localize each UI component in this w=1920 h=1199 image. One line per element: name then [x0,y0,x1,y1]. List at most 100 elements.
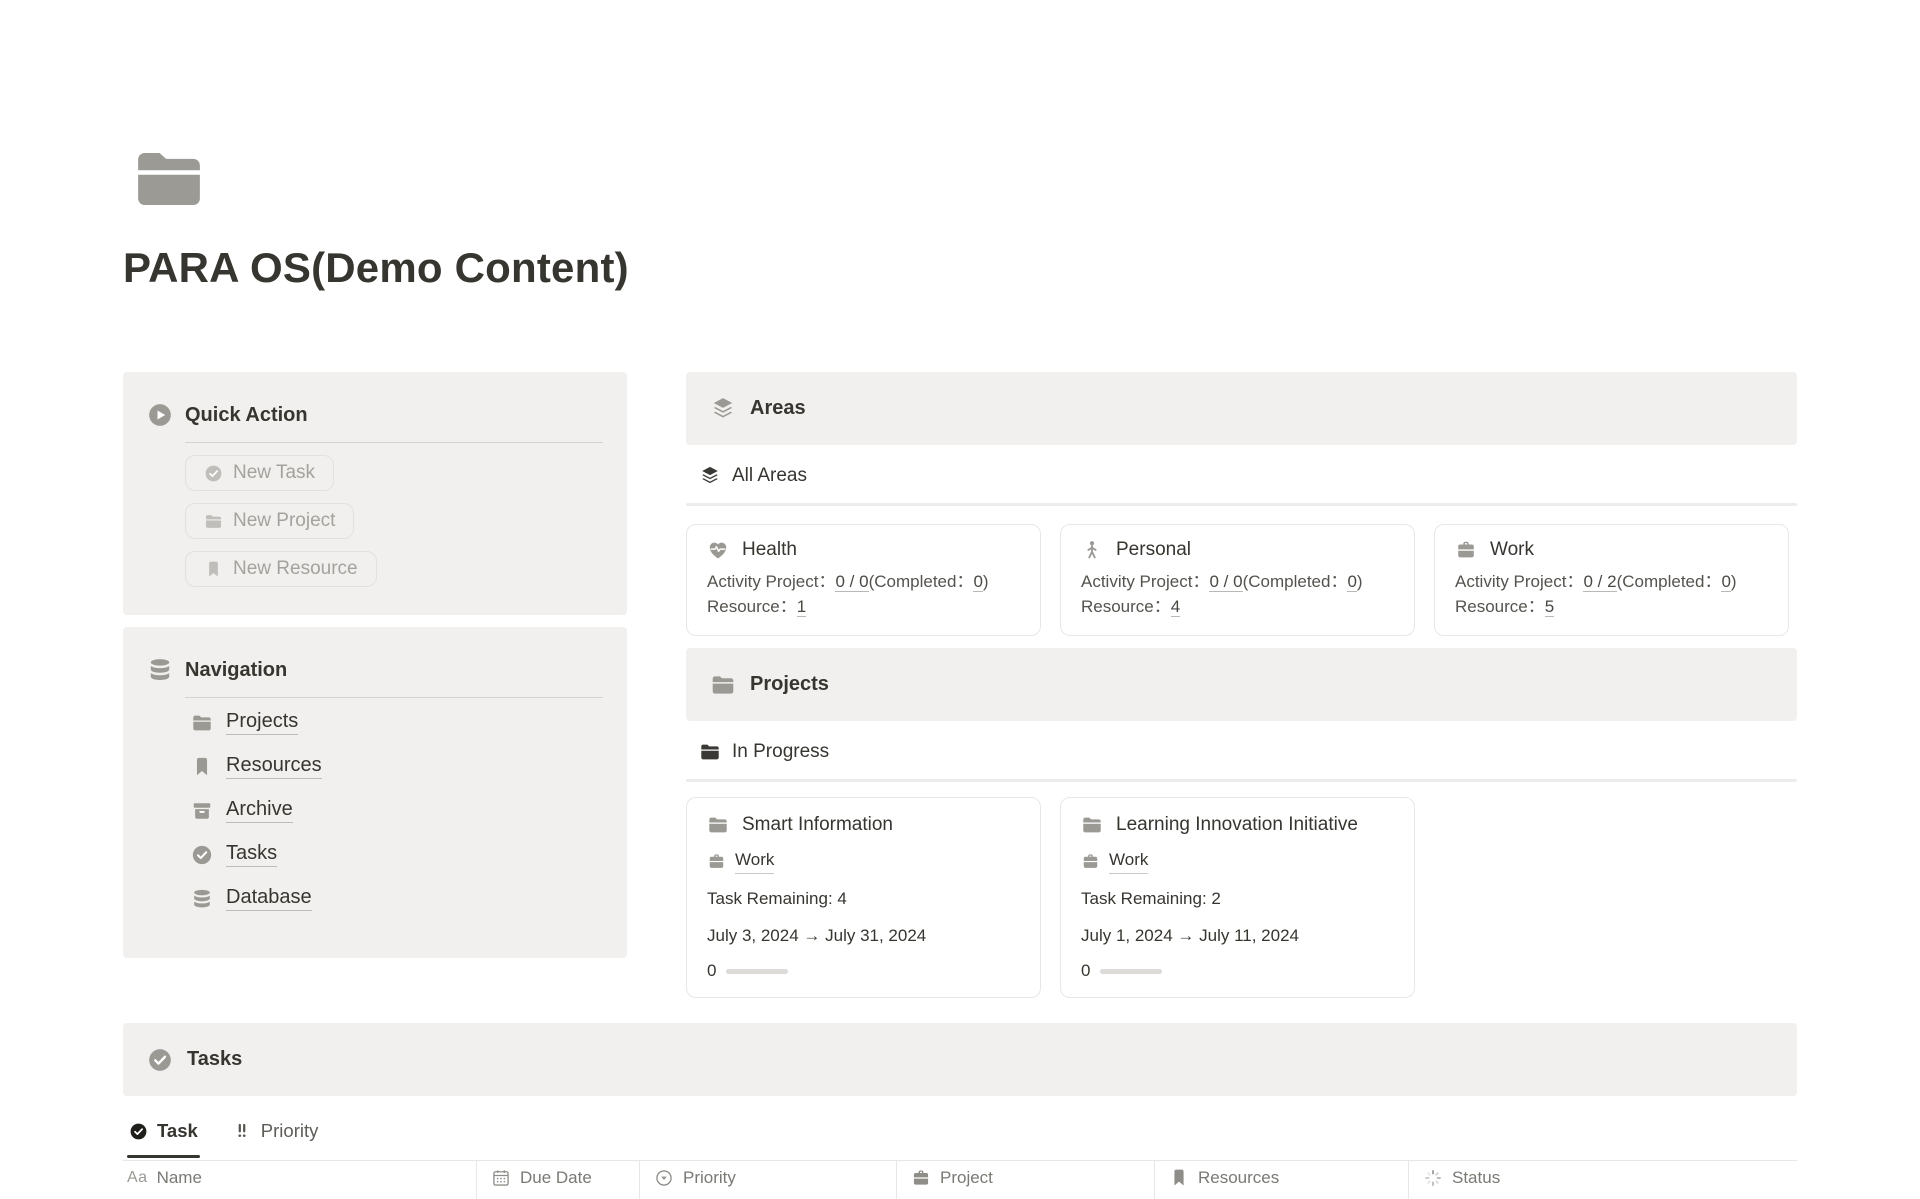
progress-value: 0 [707,961,716,981]
new-project-button[interactable]: New Project [185,503,354,539]
column-label: Resources [1198,1168,1279,1188]
completed-count-link[interactable]: 0 [1721,572,1730,592]
project-area-link[interactable]: Work [735,848,774,874]
new-project-label: New Project [233,510,335,532]
tab-task[interactable]: Task [127,1112,200,1158]
area-card-name[interactable]: Health [742,539,797,561]
nav-link-label[interactable]: Database [226,886,312,911]
tasks-title: Tasks [187,1048,242,1071]
activity-stat-line: Activity Project：0 / 0(Completed：0) [1081,569,1394,594]
resource-stat-line: Resource：4 [1081,594,1394,619]
progress-row: 0 [707,961,1020,981]
main-columns: Quick Action New Task New Project [123,372,1797,998]
project-card-title-row[interactable]: Smart Information [707,814,1020,836]
all-areas-group-row[interactable]: All Areas [686,445,1797,506]
area-card-health: Health Activity Project：0 / 0(Completed：… [686,524,1041,636]
column-header-name[interactable]: Aa Name [123,1161,477,1199]
stat-suffix: ) [1731,572,1737,591]
navigation-panel: Navigation Projects Resources [123,627,627,958]
resource-count-link[interactable]: 5 [1545,597,1554,617]
area-card-title-row[interactable]: Work [1455,539,1768,561]
in-progress-group-row[interactable]: In Progress [686,721,1797,782]
new-resource-button[interactable]: New Resource [185,551,377,587]
database-icon [147,657,173,683]
activity-count-link[interactable]: 0 / 0 [1209,572,1242,592]
tasks-view-tabs: Task Priority [123,1112,1797,1160]
completed-count-link[interactable]: 0 [1347,572,1356,592]
nav-link-tasks[interactable]: Tasks [191,842,603,867]
project-card-learning-innovation: Learning Innovation Initiative Work Task… [1060,797,1415,998]
double-exclamation-icon [232,1121,252,1141]
project-area-row: Work [707,848,1020,874]
stat-suffix: ) [1357,572,1363,591]
tab-label: Priority [261,1120,319,1142]
para-os-page: PARA OS(Demo Content) Quick Action [0,140,1920,1199]
all-areas-label: All Areas [732,465,807,487]
progress-bar [1100,969,1162,974]
stat-prefix: Activity Project： [707,572,835,591]
tab-priority[interactable]: Priority [230,1112,321,1158]
navigation-title: Navigation [185,659,287,682]
stat-mid: (Completed： [1243,572,1348,591]
project-area-row: Work [1081,848,1394,874]
date-range-line: July 3, 2024 → July 31, 2024 [707,924,1020,948]
resource-count-link[interactable]: 4 [1171,597,1180,617]
quick-action-panel: Quick Action New Task New Project [123,372,627,615]
project-card-name[interactable]: Smart Information [742,814,893,836]
new-task-label: New Task [233,462,315,484]
nav-link-resources[interactable]: Resources [191,754,603,779]
tasks-section-header: Tasks [123,1023,1797,1096]
activity-count-link[interactable]: 0 / 0 [835,572,868,592]
nav-link-label[interactable]: Tasks [226,842,277,867]
area-card-title-row[interactable]: Personal [1081,539,1394,561]
project-card-smart-information: Smart Information Work Task Remaining: 4… [686,797,1041,998]
column-header-priority[interactable]: Priority [640,1161,897,1199]
page-folder-icon[interactable] [123,140,1920,218]
resource-count-link[interactable]: 1 [797,597,806,617]
column-label: Priority [683,1168,736,1188]
check-circle-icon [204,464,223,483]
activity-stat-line: Activity Project：0 / 2(Completed：0) [1455,569,1768,594]
nav-link-label[interactable]: Resources [226,754,322,779]
column-header-status[interactable]: Status [1409,1161,1797,1199]
nav-link-archive[interactable]: Archive [191,798,603,823]
spinner-icon [1423,1168,1443,1188]
projects-section-header: Projects [686,648,1797,721]
column-header-resources[interactable]: Resources [1155,1161,1409,1199]
area-card-name[interactable]: Work [1490,539,1534,561]
nav-link-projects[interactable]: Projects [191,710,603,735]
page-title: PARA OS(Demo Content) [123,244,1920,292]
column-label: Status [1452,1168,1500,1188]
projects-title: Projects [750,673,829,696]
project-card-name[interactable]: Learning Innovation Initiative [1116,814,1358,836]
stat-prefix: Resource： [1081,597,1171,616]
resource-stat-line: Resource：5 [1455,594,1768,619]
stat-suffix: ) [983,572,989,591]
column-header-due-date[interactable]: Due Date [477,1161,640,1199]
stat-mid: (Completed： [1617,572,1722,591]
activity-stat-line: Activity Project：0 / 0(Completed：0) [707,569,1020,594]
activity-count-link[interactable]: 0 / 2 [1583,572,1616,592]
folder-icon [204,512,223,531]
date-range-line: July 1, 2024 → July 11, 2024 [1081,924,1394,948]
nav-link-label[interactable]: Projects [226,710,298,735]
stat-prefix: Activity Project： [1081,572,1209,591]
nav-link-label[interactable]: Archive [226,798,293,823]
folder-icon [710,672,736,698]
task-remaining-line: Task Remaining: 2 [1081,887,1394,911]
navigation-links: Projects Resources Archive [191,710,603,911]
completed-count-link[interactable]: 0 [973,572,982,592]
area-card-title-row[interactable]: Health [707,539,1020,561]
folder-icon [699,741,721,763]
area-card-name[interactable]: Personal [1116,539,1191,561]
quick-action-title: Quick Action [185,404,308,427]
briefcase-icon [1455,539,1477,561]
project-area-link[interactable]: Work [1109,848,1148,874]
area-cards: Health Activity Project：0 / 0(Completed：… [686,524,1797,636]
project-card-title-row[interactable]: Learning Innovation Initiative [1081,814,1394,836]
column-header-project[interactable]: Project [897,1161,1155,1199]
new-task-button[interactable]: New Task [185,455,334,491]
nav-link-database[interactable]: Database [191,886,603,911]
folder-icon [1081,814,1103,836]
play-circle-icon [147,402,173,428]
